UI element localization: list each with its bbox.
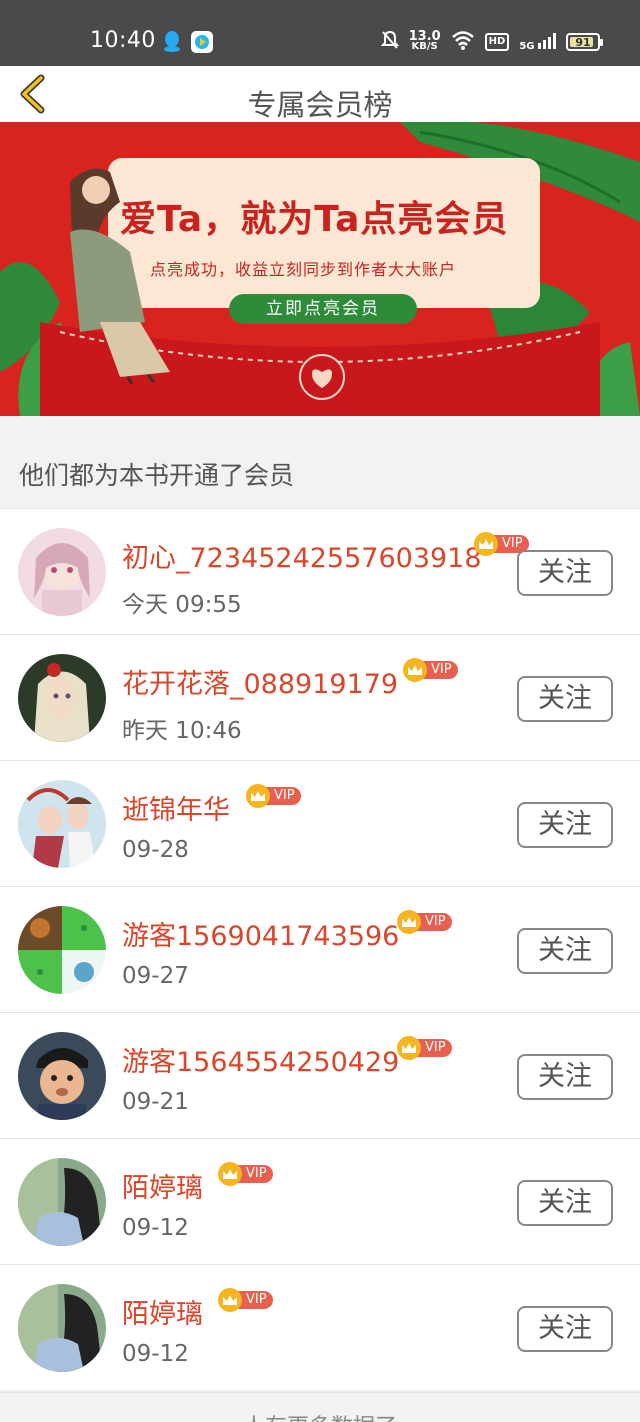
membership-banner[interactable]: 爱Ta，就为Ta点亮会员 点亮成功，收益立刻同步到作者大大账户 立即点亮会员 (0, 122, 640, 416)
crown-icon (403, 658, 427, 682)
follow-button[interactable]: 关注 (517, 1054, 613, 1100)
follow-button[interactable]: 关注 (517, 928, 613, 974)
vip-badge: VIP (397, 1036, 452, 1060)
mute-icon (380, 30, 400, 54)
member-name[interactable]: 陌婷璃 (122, 1166, 203, 1205)
section-title: 他们都为本书开通了会员 (19, 461, 295, 490)
list-item[interactable]: 游客1569041743596 VIP 09-27 关注 (0, 886, 640, 1012)
crown-icon (246, 784, 270, 808)
wifi-icon (451, 30, 475, 54)
list-item[interactable]: 陌婷璃 VIP 09-12 关注 (0, 1138, 640, 1264)
crown-icon (397, 1036, 421, 1060)
follow-button[interactable]: 关注 (517, 802, 613, 848)
no-more-data-text: 人有更多数据了 (0, 1409, 640, 1422)
vip-badge: VIP (218, 1162, 273, 1186)
app-header: 专属会员榜 (0, 66, 640, 122)
member-time: 09-27 (122, 963, 189, 989)
status-bar: 10:40 13.0 KB/S HD 5G 91 (0, 0, 640, 66)
signal-icon: 5G (519, 32, 556, 52)
avatar[interactable] (18, 1032, 106, 1120)
avatar[interactable] (18, 528, 106, 616)
member-name[interactable]: 花开花落_088919179 (122, 662, 398, 701)
member-name[interactable]: 游客1569041743596 (122, 914, 399, 953)
vip-badge: VIP (397, 910, 452, 934)
member-name[interactable]: 陌婷璃 (122, 1292, 203, 1331)
list-footer: 人有更多数据了 (0, 1392, 640, 1422)
list-item[interactable]: 游客1564554250429 VIP 09-21 关注 (0, 1012, 640, 1138)
vip-badge: VIP (246, 784, 301, 808)
member-time: 09-12 (122, 1215, 189, 1241)
follow-button[interactable]: 关注 (517, 1180, 613, 1226)
section-header: 他们都为本书开通了会员 (0, 416, 640, 508)
net-speed: 13.0 KB/S (408, 29, 441, 52)
banner-subtitle: 点亮成功，收益立刻同步到作者大大账户 (150, 260, 457, 279)
crown-icon (218, 1162, 242, 1186)
list-item[interactable]: 逝锦年华 VIP 09-28 关注 (0, 760, 640, 886)
vip-badge: VIP (403, 658, 458, 682)
status-time: 10:40 (90, 28, 156, 53)
crown-icon (397, 910, 421, 934)
crown-icon (218, 1288, 242, 1312)
avatar[interactable] (18, 1158, 106, 1246)
follow-button[interactable]: 关注 (517, 676, 613, 722)
hd-badge: HD (484, 33, 510, 51)
follow-button[interactable]: 关注 (517, 550, 613, 596)
avatar[interactable] (18, 780, 106, 868)
banner-headline: 爱Ta，就为Ta点亮会员 (120, 199, 509, 240)
avatar[interactable] (18, 654, 106, 742)
avatar[interactable] (18, 906, 106, 994)
member-time: 今天 09:55 (122, 592, 242, 618)
avatar[interactable] (18, 1284, 106, 1372)
member-list: 初心_72345242557603918 VIP 今天 09:55 关注 花开花… (0, 508, 640, 1390)
member-time: 09-28 (122, 837, 189, 863)
member-name[interactable]: 逝锦年华 (122, 788, 230, 827)
list-item[interactable]: 初心_72345242557603918 VIP 今天 09:55 关注 (0, 508, 640, 634)
app-icon (191, 31, 213, 53)
member-name[interactable]: 游客1564554250429 (122, 1040, 399, 1079)
battery-icon: 91 (566, 33, 603, 51)
follow-button[interactable]: 关注 (517, 1306, 613, 1352)
member-time: 09-21 (122, 1089, 189, 1115)
light-up-membership-button[interactable]: 立即点亮会员 (229, 294, 417, 324)
member-name[interactable]: 初心_72345242557603918 (122, 536, 482, 575)
list-item[interactable]: 花开花落_088919179 VIP 昨天 10:46 关注 (0, 634, 640, 760)
list-item[interactable]: 陌婷璃 VIP 09-12 关注 (0, 1264, 640, 1390)
vip-badge: VIP (218, 1288, 273, 1312)
member-time: 昨天 10:46 (122, 718, 242, 744)
crown-icon (474, 532, 498, 556)
member-time: 09-12 (122, 1341, 189, 1367)
qq-icon (162, 30, 182, 52)
page-title: 专属会员榜 (247, 88, 393, 122)
